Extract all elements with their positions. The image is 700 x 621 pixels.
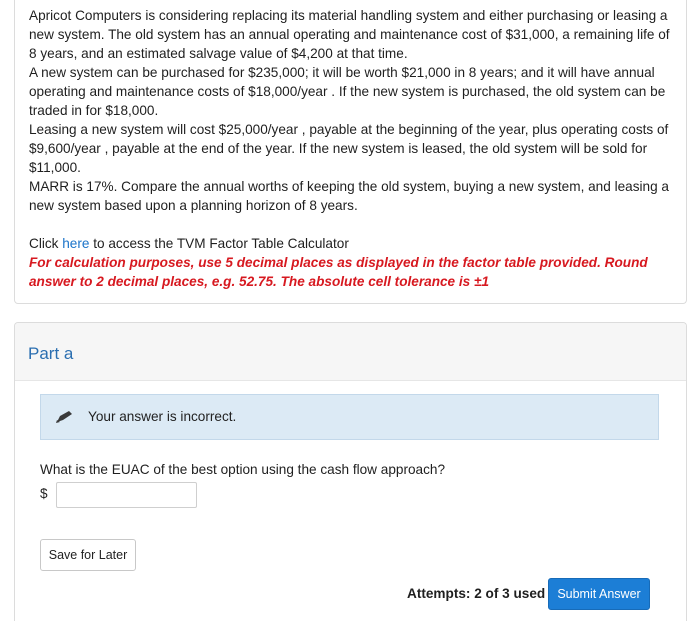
- currency-symbol: $: [40, 486, 48, 501]
- click-prefix: Click: [29, 236, 63, 251]
- question-paragraph: Leasing a new system will cost $25,000/y…: [29, 122, 669, 175]
- save-for-later-button[interactable]: Save for Later: [40, 539, 136, 571]
- calculation-note: For calculation purposes, use 5 decimal …: [29, 255, 648, 289]
- calculator-link-line: Click here to access the TVM Factor Tabl…: [29, 234, 672, 253]
- question-card: Apricot Computers is considering replaci…: [14, 0, 687, 304]
- question-paragraph: MARR is 17%. Compare the annual worths o…: [29, 179, 669, 213]
- feedback-banner: Your answer is incorrect.: [40, 394, 659, 440]
- part-a-section: Part a Your answer is incorrect. What is…: [14, 322, 687, 621]
- question-paragraph: Apricot Computers is considering replaci…: [29, 8, 670, 61]
- question-prompt: What is the EUAC of the best option usin…: [40, 462, 446, 477]
- submit-answer-button[interactable]: Submit Answer: [548, 578, 650, 610]
- attempts-counter: Attempts: 2 of 3 used: [407, 586, 546, 601]
- pencil-icon: [56, 411, 72, 423]
- euac-answer-input[interactable]: [56, 482, 197, 508]
- feedback-text: Your answer is incorrect.: [88, 409, 237, 424]
- part-title: Part a: [28, 344, 74, 363]
- click-suffix: to access the TVM Factor Table Calculato…: [89, 236, 349, 251]
- tvm-calculator-link[interactable]: here: [62, 236, 89, 251]
- part-header: [15, 323, 686, 381]
- question-paragraph: A new system can be purchased for $235,0…: [29, 65, 666, 118]
